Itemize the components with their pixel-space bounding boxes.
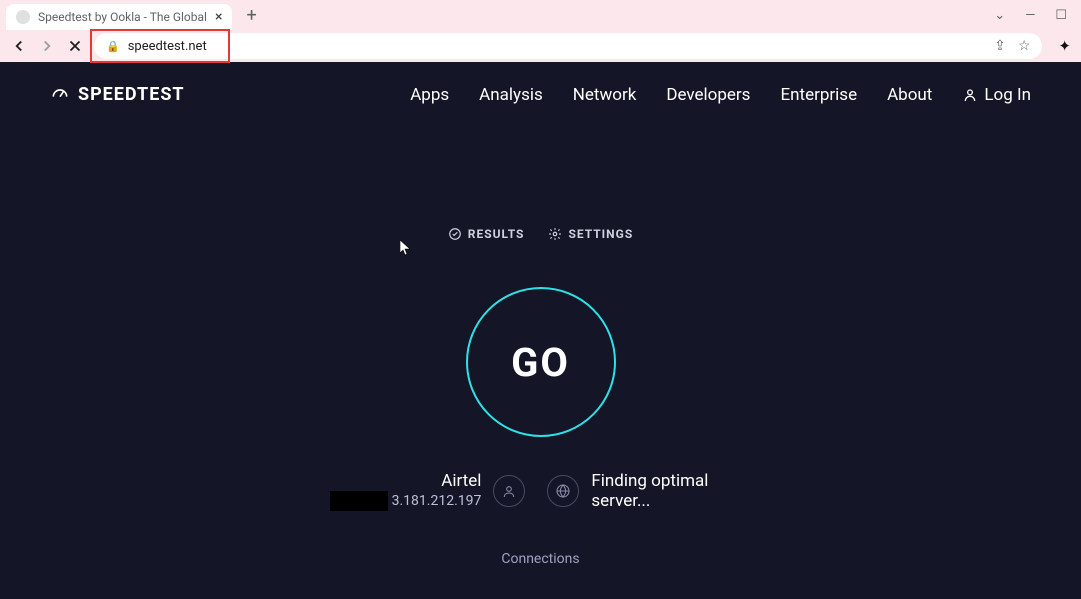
- window-controls: ⌄ — ☐: [994, 8, 1075, 23]
- main-content: RESULTS SETTINGS GO Airtel 3.181.212.197: [0, 127, 1081, 567]
- tab-title: Speedtest by Ookla - The Global: [38, 10, 207, 24]
- globe-icon: [555, 483, 571, 499]
- extensions-icon[interactable]: ✦: [1058, 37, 1071, 55]
- nav-developers[interactable]: Developers: [666, 85, 750, 105]
- window-dropdown-icon[interactable]: ⌄: [994, 8, 1005, 23]
- user-icon: [962, 87, 978, 103]
- logo[interactable]: SPEEDTEST: [50, 84, 185, 105]
- browser-tabs-bar: Speedtest by Ookla - The Global × + ⌄ — …: [0, 0, 1081, 30]
- ip-redacted: [330, 491, 388, 511]
- isp-name: Airtel: [330, 471, 482, 491]
- browser-nav-bar: 🔒 speedtest.net ⇪ ☆ ✦: [0, 30, 1081, 62]
- url-actions: ⇪ ☆: [994, 38, 1030, 54]
- tab-results[interactable]: RESULTS: [448, 227, 525, 241]
- back-button[interactable]: [10, 37, 28, 55]
- login-link[interactable]: Log In: [962, 85, 1031, 105]
- client-info: Airtel 3.181.212.197: [330, 471, 526, 511]
- nav-apps[interactable]: Apps: [410, 85, 449, 105]
- login-label: Log In: [984, 85, 1031, 105]
- address-bar[interactable]: 🔒 speedtest.net ⇪ ☆: [94, 33, 1042, 59]
- results-label: RESULTS: [468, 227, 525, 241]
- info-row: Airtel 3.181.212.197 Finding optimal ser…: [330, 471, 752, 511]
- server-icon-circle[interactable]: [547, 475, 579, 507]
- connections-label: Connections: [501, 551, 579, 567]
- new-tab-button[interactable]: +: [246, 5, 256, 26]
- server-status: Finding optimal server...: [591, 471, 751, 511]
- ip-address: 3.181.212.197: [330, 491, 482, 511]
- settings-label: SETTINGS: [568, 227, 633, 241]
- client-icon-circle[interactable]: [493, 475, 525, 507]
- tab-settings[interactable]: SETTINGS: [548, 227, 633, 241]
- result-tabs: RESULTS SETTINGS: [448, 227, 633, 241]
- main-nav: Apps Analysis Network Developers Enterpr…: [410, 85, 1031, 105]
- gauge-icon: [50, 85, 70, 105]
- minimize-icon[interactable]: —: [1025, 8, 1035, 23]
- lock-icon: 🔒: [106, 40, 120, 53]
- check-circle-icon: [448, 227, 462, 241]
- forward-button[interactable]: [38, 37, 56, 55]
- browser-tab[interactable]: Speedtest by Ookla - The Global ×: [6, 4, 232, 30]
- server-info: Finding optimal server...: [547, 471, 751, 511]
- page-content: SPEEDTEST Apps Analysis Network Develope…: [0, 62, 1081, 599]
- logo-text: SPEEDTEST: [78, 84, 185, 105]
- go-button[interactable]: GO: [466, 287, 616, 437]
- share-icon[interactable]: ⇪: [994, 38, 1006, 54]
- nav-analysis[interactable]: Analysis: [479, 85, 543, 105]
- nav-enterprise[interactable]: Enterprise: [780, 85, 857, 105]
- stop-button[interactable]: [66, 37, 84, 55]
- user-icon: [501, 483, 517, 499]
- go-label: GO: [511, 339, 570, 386]
- site-header: SPEEDTEST Apps Analysis Network Develope…: [0, 62, 1081, 127]
- maximize-icon[interactable]: ☐: [1055, 8, 1067, 23]
- favicon: [16, 10, 30, 24]
- ip-visible: 3.181.212.197: [392, 493, 482, 509]
- gear-icon: [548, 227, 562, 241]
- close-tab-icon[interactable]: ×: [215, 9, 222, 25]
- bookmark-icon[interactable]: ☆: [1018, 38, 1031, 54]
- nav-network[interactable]: Network: [573, 85, 637, 105]
- url-text: speedtest.net: [128, 39, 207, 54]
- nav-about[interactable]: About: [887, 85, 932, 105]
